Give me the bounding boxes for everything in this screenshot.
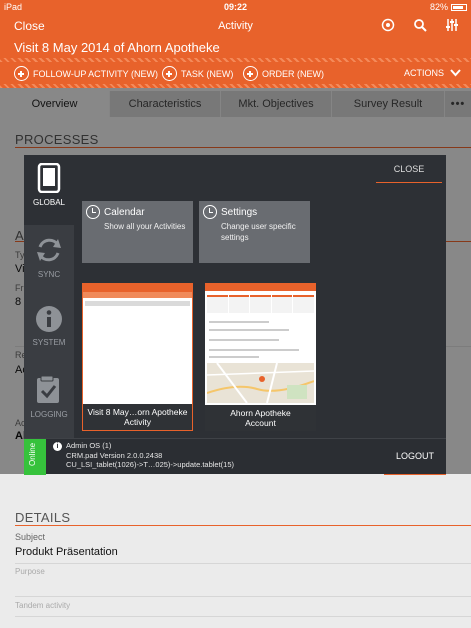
chevron-down-icon [450, 69, 461, 77]
thumbnail-caption-title: Ahorn Apotheke [230, 408, 291, 418]
clock: 09:22 [223, 2, 248, 12]
task-button[interactable]: TASK (NEW) [162, 66, 233, 81]
thumbnail-header [83, 284, 192, 292]
online-label: Online [28, 442, 37, 466]
calendar-tile[interactable]: Calendar Show all your Activities [82, 201, 193, 263]
sync-icon [37, 238, 61, 262]
sidebar-item-global[interactable]: GLOBAL [24, 155, 74, 225]
followup-activity-button[interactable]: FOLLOW-UP ACTIVITY (NEW) [14, 66, 158, 81]
section-divider [15, 525, 471, 526]
battery-icon [451, 3, 467, 11]
sidebar-item-logging[interactable]: LOGGING [24, 367, 74, 437]
nav-bar: Close Activity [0, 14, 471, 38]
tandem-activity-field[interactable]: Tandem activity [15, 601, 70, 610]
add-circle-icon [243, 66, 258, 81]
calendar-tile-subtitle: Show all your Activities [104, 222, 186, 231]
thumbnail-header [205, 283, 316, 291]
sidebar-label-system: SYSTEM [32, 338, 66, 347]
thumbnail-caption-type: Account [245, 418, 276, 428]
modal-sidebar: GLOBAL SYNC SYSTEM LOGGING [24, 155, 74, 438]
details-title: DETAILS [15, 510, 71, 525]
recent-activity-thumbnail[interactable]: Visit 8 May…orn Apotheke Activity [82, 283, 193, 431]
sidebar-label-sync: SYNC [37, 270, 61, 279]
sidebar-item-sync[interactable]: SYNC [24, 227, 74, 297]
calendar-tile-title: Calendar [104, 207, 145, 218]
battery-status: 82% [430, 2, 467, 12]
thumbnail-stats [207, 295, 314, 313]
logout-button[interactable]: LOGOUT [384, 439, 446, 475]
actions-label: ACTIONS [403, 68, 444, 78]
tablet-icon [37, 163, 61, 193]
thumbnail-map [207, 363, 314, 403]
status-bar: iPad 09:22 82% [0, 0, 471, 14]
subject-label: Subject [15, 532, 46, 542]
thumbnail-tabs [85, 301, 190, 306]
search-icon[interactable] [413, 18, 427, 32]
modal-close-button[interactable]: CLOSE [376, 155, 442, 183]
help-icon[interactable] [381, 18, 395, 32]
filter-settings-icon[interactable] [445, 18, 459, 32]
battery-percent: 82% [429, 2, 448, 12]
followup-activity-label: FOLLOW-UP ACTIVITY (NEW) [33, 68, 159, 79]
clock-icon [203, 205, 217, 219]
config-info: CU_LSI_tablet(1026)->T…025)->update.tabl… [66, 460, 235, 469]
visit-header: Visit 8 May 2014 of Ahorn Apotheke [0, 38, 471, 58]
checklist-icon [37, 375, 59, 403]
add-circle-icon [14, 66, 29, 81]
order-label: ORDER (NEW) [262, 68, 324, 79]
task-label: TASK (NEW) [181, 68, 234, 79]
recent-account-thumbnail[interactable]: Ahorn Apotheke Account [205, 283, 316, 431]
sidebar-item-system[interactable]: SYSTEM [24, 297, 74, 367]
field-divider [15, 563, 471, 564]
thumbnail-text-line [209, 349, 299, 351]
thumbnail-caption: Ahorn Apotheke Account [205, 405, 316, 431]
settings-tile-subtitle: Change user specific settings [221, 222, 296, 242]
purpose-field[interactable]: Purpose [15, 567, 45, 576]
app-version: CRM.pad Version 2.0.0.2438 [66, 450, 163, 460]
info-icon: i [53, 442, 62, 451]
visit-title: Visit 8 May 2014 of Ahorn Apotheke [14, 40, 220, 55]
thumbnail-text-line [209, 339, 279, 341]
field-divider [15, 616, 471, 617]
settings-tile-title: Settings [221, 207, 258, 218]
actions-menu-button[interactable]: ACTIONS [404, 68, 461, 78]
thumbnail-text-line [209, 356, 259, 358]
version-info: Admin OS (1) CRM.pad Version 2.0.0.2438 … [66, 441, 234, 470]
thumbnail-caption-type: Activity [124, 417, 151, 427]
settings-tile[interactable]: Settings Change user specific settings [199, 201, 310, 263]
sidebar-label-global: GLOBAL [32, 198, 65, 207]
clock-icon [86, 205, 100, 219]
thumbnail-caption: Visit 8 May…orn Apotheke Activity [83, 404, 192, 430]
action-bar: FOLLOW-UP ACTIVITY (NEW) TASK (NEW) ORDE… [0, 58, 471, 88]
thumbnail-text-line [209, 321, 269, 323]
info-icon [36, 306, 62, 332]
field-divider [15, 596, 471, 597]
add-circle-icon [162, 66, 177, 81]
modal-footer: Online i Admin OS (1) CRM.pad Version 2.… [24, 438, 446, 475]
subject-value[interactable]: Produkt Präsentation [15, 546, 118, 558]
order-button[interactable]: ORDER (NEW) [243, 66, 324, 81]
user-name: Admin OS (1) [66, 441, 112, 450]
stripe-divider [0, 58, 471, 62]
thumbnail-subheader [83, 292, 192, 298]
global-menu-modal: GLOBAL SYNC SYSTEM LOGGING CLOSE Calenda… [24, 155, 446, 475]
online-status-badge: Online [24, 439, 46, 475]
thumbnail-text-line [209, 329, 289, 331]
sidebar-label-logging: LOGGING [30, 410, 68, 419]
thumbnail-caption-title: Visit 8 May…orn Apotheke [87, 407, 188, 417]
